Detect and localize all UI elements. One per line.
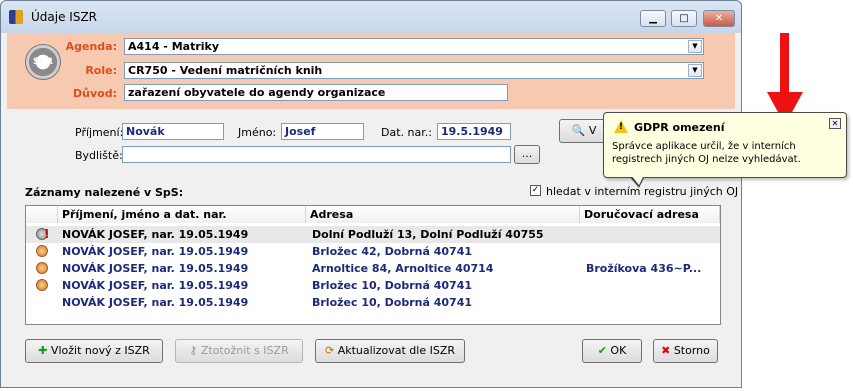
title-bar[interactable]: Údaje ISZR ▁ □ ✕ [1, 1, 741, 33]
checkmark-icon: ✔ [597, 344, 607, 357]
table-header-delivery[interactable]: Doručovací adresa [580, 206, 720, 223]
insert-new-label: Vložit nový z ISZR [50, 344, 150, 357]
cell-address: Dolní Podluží 13, Dolní Podluží 40755 [312, 228, 544, 241]
identify-label: Ztotožnit s ISZR [200, 344, 289, 357]
szr-logo-icon: SZR [25, 44, 61, 80]
surname-label: Příjmení: [75, 126, 124, 139]
address-label: Bydliště: [75, 149, 123, 162]
table-row[interactable]: NOVÁK JOSEF, nar. 19.05.1949 Brložec 10, … [26, 277, 720, 294]
exclamation-icon: ! [44, 227, 50, 241]
results-table: Příjmení, jméno a dat. nar. Adresa Doruč… [25, 205, 721, 325]
iszr-dialog-window: Údaje ISZR ▁ □ ✕ SZR Agenda: A414 - Matr… [0, 0, 742, 388]
firstname-input[interactable]: Josef [281, 123, 364, 140]
minimize-button[interactable]: ▁ [640, 10, 666, 27]
cell-address: Brložec 10, Dobrná 40741 [312, 296, 473, 309]
person-icon [36, 279, 48, 291]
cancel-label: Storno [673, 344, 710, 357]
role-label: Role: [85, 64, 117, 77]
insert-new-button[interactable]: ✚ Vložit nový z ISZR [25, 339, 163, 363]
cancel-button[interactable]: ✖ Storno [653, 339, 718, 363]
results-title: Záznamy nalezené v SpS: [25, 186, 184, 199]
firstname-label: Jméno: [238, 126, 277, 139]
cell-name: NOVÁK JOSEF, nar. 19.05.1949 [62, 279, 249, 292]
maximize-button[interactable]: □ [671, 10, 697, 27]
ok-label: OK [610, 344, 627, 357]
cell-address: Brložec 10, Dobrná 40741 [312, 279, 473, 292]
update-button[interactable]: ⟳ Aktualizovat dle ISZR [315, 339, 465, 363]
window-title: Údaje ISZR [31, 10, 97, 24]
cell-name: NOVÁK JOSEF, nar. 19.05.1949 [62, 245, 249, 258]
agenda-select[interactable]: A414 - Matriky ▼ [124, 38, 704, 55]
cell-name: NOVÁK JOSEF, nar. 19.05.1949 [62, 262, 249, 275]
reason-input[interactable]: zařazení obyvatele do agendy organizace [124, 84, 508, 101]
birthdate-input[interactable]: 19.5.1949 [437, 123, 511, 140]
table-row[interactable]: ! NOVÁK JOSEF, nar. 19.05.1949 Dolní Podlu… [26, 226, 720, 243]
cell-delivery: Brožíkova 436~P... [586, 262, 702, 275]
reason-label: Důvod: [73, 87, 117, 100]
cell-name: NOVÁK JOSEF, nar. 19.05.1949 [62, 228, 249, 241]
key-icon: ⚷ [189, 344, 198, 357]
ok-button[interactable]: ✔ OK [582, 339, 642, 363]
red-arrow-shaft [780, 33, 789, 93]
search-other-oj-checkbox[interactable]: ✓ [530, 185, 541, 196]
add-person-icon: ✚ [38, 344, 48, 357]
tooltip-title: GDPR omezení [634, 121, 725, 134]
table-row[interactable]: NOVÁK JOSEF, nar. 19.05.1949 Brložec 10, … [26, 294, 720, 311]
close-window-button[interactable]: ✕ [703, 10, 735, 27]
birthdate-label: Dat. nar.: [381, 126, 432, 139]
address-input[interactable] [122, 146, 511, 163]
agenda-header-panel: SZR Agenda: A414 - Matriky ▼ Role: CR750… [7, 33, 735, 109]
chevron-down-icon[interactable]: ▼ [688, 64, 702, 77]
search-icon: 🔍 [571, 124, 586, 137]
cell-name: NOVÁK JOSEF, nar. 19.05.1949 [62, 296, 249, 309]
identify-button[interactable]: ⚷ Ztotožnit s ISZR [175, 339, 303, 363]
cell-address: Arnoltice 84, Arnoltice 40714 [312, 262, 494, 275]
table-header-name[interactable]: Příjmení, jméno a dat. nar. [58, 206, 306, 223]
surname-input[interactable]: Novák [122, 123, 224, 140]
search-button-label: V [588, 124, 597, 137]
table-row[interactable]: NOVÁK JOSEF, nar. 19.05.1949 Brložec 42, … [26, 243, 720, 260]
search-button[interactable]: 🔍 V [559, 119, 609, 143]
gdpr-tooltip: ! GDPR omezení ✕ Správce aplikace určil,… [603, 112, 847, 178]
app-icon [9, 10, 23, 24]
refresh-icon: ⟳ [324, 344, 335, 357]
table-header-address[interactable]: Adresa [306, 206, 580, 223]
tooltip-body: Správce aplikace určil, že v interních r… [612, 141, 801, 165]
chevron-down-icon[interactable]: ▼ [688, 40, 702, 53]
agenda-label: Agenda: [65, 40, 117, 53]
person-icon [36, 262, 48, 274]
browse-address-button[interactable]: ... [514, 145, 540, 164]
close-icon[interactable]: ✕ [829, 118, 841, 129]
cancel-x-icon: ✖ [661, 344, 671, 357]
agenda-value: A414 - Matriky [128, 40, 220, 53]
table-row[interactable]: NOVÁK JOSEF, nar. 19.05.1949 Arnoltice 84… [26, 260, 720, 277]
update-label: Aktualizovat dle ISZR [337, 344, 456, 357]
role-value: CR750 - Vedení matričních knih [128, 64, 323, 77]
table-header-icon-col [26, 206, 58, 223]
role-select[interactable]: CR750 - Vedení matričních knih ▼ [124, 62, 704, 79]
cell-address: Brložec 42, Dobrná 40741 [312, 245, 473, 258]
person-icon [36, 245, 48, 257]
